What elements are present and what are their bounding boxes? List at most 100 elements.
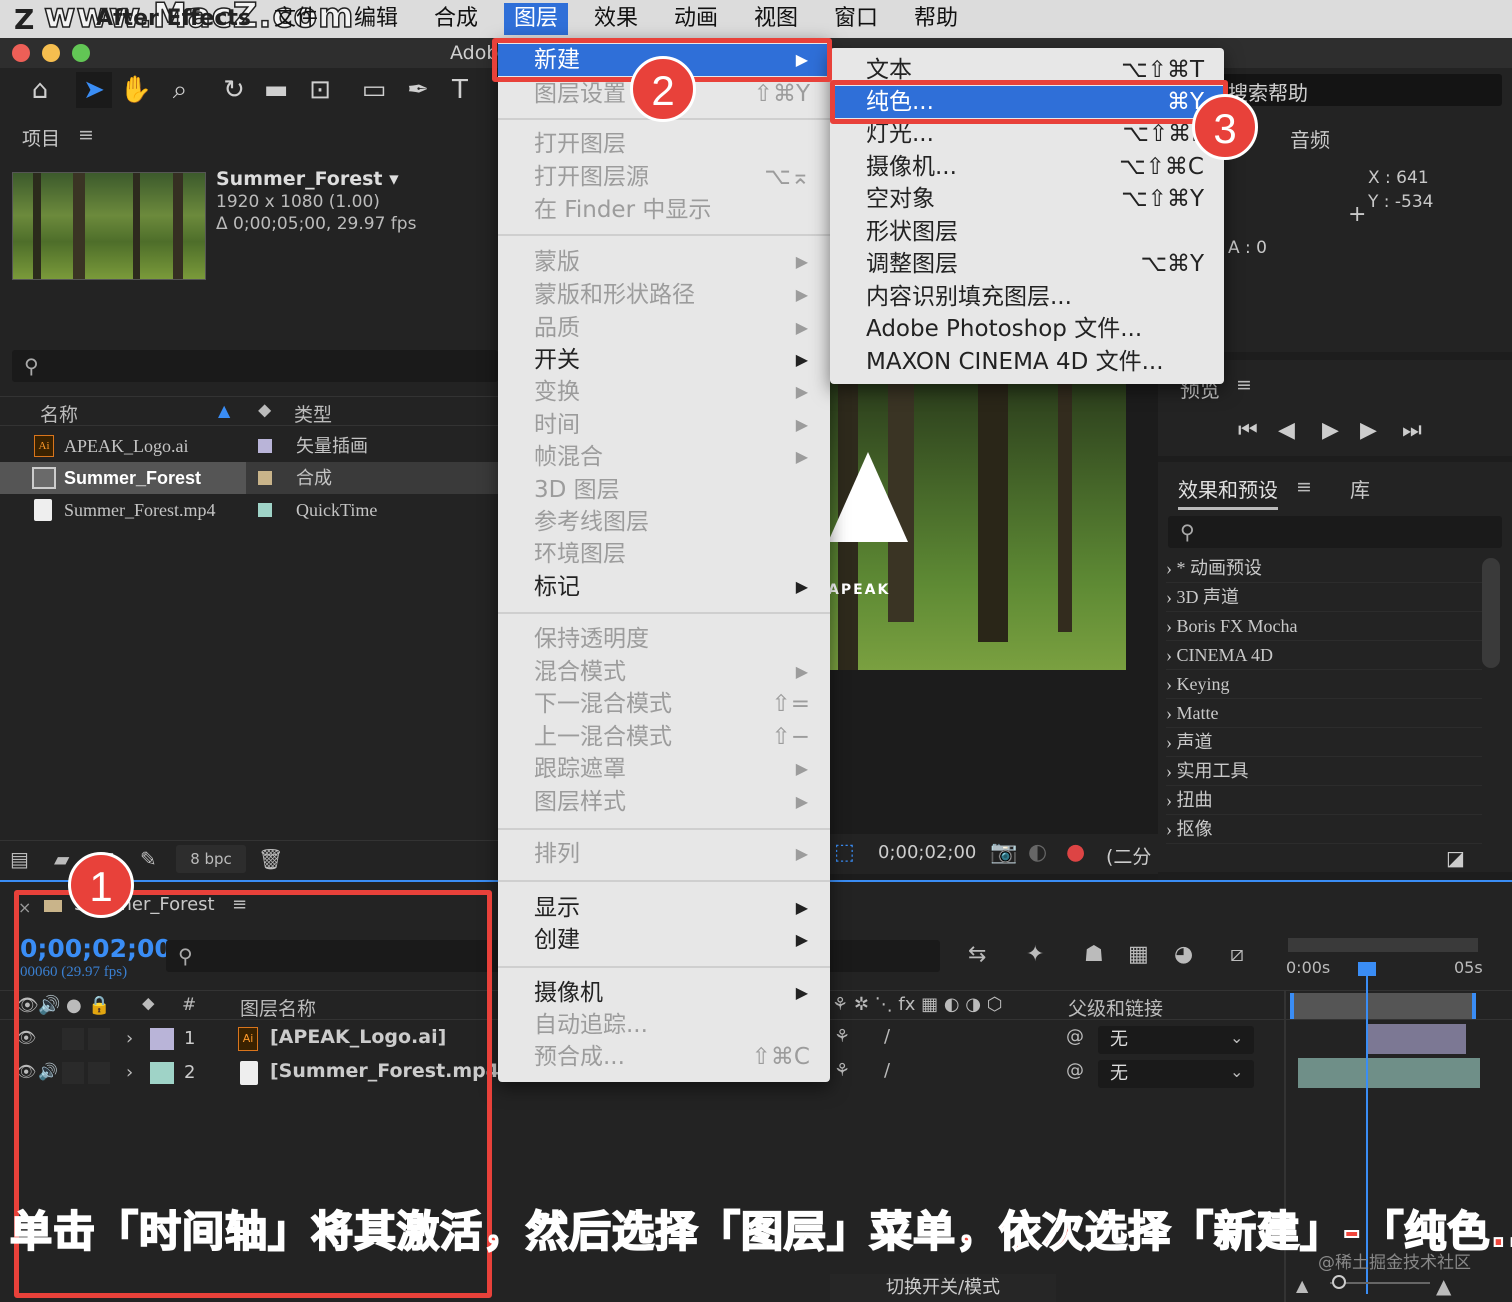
last-frame-icon[interactable]: ⏭ (1402, 418, 1422, 443)
project-search-input[interactable] (12, 350, 498, 382)
label-color-swatch[interactable] (258, 503, 272, 517)
effects-category[interactable]: › 声道 (1166, 728, 1482, 757)
panel-menu-icon[interactable]: ≡ (1236, 374, 1252, 396)
zoom-tool-icon[interactable]: ⌕ (162, 72, 198, 108)
menu-item-new-camera[interactable]: 摄像机... ⌥⇧⌘C (830, 151, 1224, 183)
menu-item-reveal-in-finder[interactable]: 在 Finder 中显示 (498, 194, 830, 226)
first-frame-icon[interactable]: ⏮ (1238, 418, 1258, 443)
pen-tool-icon[interactable]: ✒ (400, 72, 436, 108)
menu-window[interactable]: 窗口 (834, 3, 878, 35)
menu-item-3d-layer[interactable]: 3D 图层 (498, 474, 830, 506)
new-folder-icon[interactable]: ▰ (54, 847, 69, 871)
pick-whip-icon[interactable]: @ (1066, 1026, 1084, 1047)
quality-switch-icon[interactable]: / (884, 1060, 890, 1081)
label-tag-icon[interactable]: ⬥ (258, 399, 271, 421)
playhead-handle[interactable] (1358, 962, 1376, 976)
comp-name[interactable]: Summer_Forest ▾ (216, 168, 399, 190)
graph-editor-icon[interactable]: ⧄ (1230, 942, 1244, 967)
selection-tool-icon[interactable]: ➤ (76, 72, 112, 108)
composition-mini-flowchart-icon[interactable]: ⇆ (968, 942, 986, 967)
menu-item-blending-mode[interactable]: 混合模式 ▶ (498, 656, 830, 688)
layer-duration-bar[interactable] (1368, 1024, 1466, 1054)
close-window-button[interactable] (12, 44, 30, 62)
type-tool-icon[interactable]: T (442, 72, 478, 108)
menu-item-next-blending-mode[interactable]: 下一混合模式 ⇧= (498, 688, 830, 720)
effects-presets-tab[interactable]: 效果和预设 (1178, 474, 1278, 510)
region-of-interest-icon[interactable]: ⬚ (834, 840, 855, 865)
menu-item-auto-trace[interactable]: 自动追踪... (498, 1009, 830, 1041)
time-navigator[interactable] (1288, 938, 1478, 952)
menu-item-open-layer-source[interactable]: 打开图层源 ⌥⌅ (498, 161, 830, 193)
switches-icons[interactable]: ⚘ ✲ ⋱ fx ▦ ◐ ◑ ⬡ (832, 994, 1002, 1015)
menu-item-mask[interactable]: 蒙版 ▶ (498, 246, 830, 278)
menu-view[interactable]: 视图 (754, 3, 798, 35)
new-preset-icon[interactable]: ◪ (1446, 846, 1465, 870)
menu-layer[interactable]: 图层 (504, 3, 569, 35)
zoom-in-icon[interactable]: ▲ (1436, 1274, 1451, 1298)
menu-edit[interactable]: 编辑 (354, 3, 398, 35)
home-icon[interactable]: ⌂ (22, 72, 58, 108)
quality-switch-icon[interactable]: / (884, 1026, 890, 1047)
menu-item-transform[interactable]: 变换 ▶ (498, 376, 830, 408)
resolution-select[interactable]: (二分 (1106, 842, 1151, 869)
chevron-down-icon[interactable]: ⌄ (1230, 1062, 1243, 1081)
snapshot-camera-icon[interactable]: 📷 (990, 840, 1017, 865)
work-area-bar[interactable] (1290, 993, 1476, 1019)
pan-behind-tool-icon[interactable]: ⊡ (302, 72, 338, 108)
hide-shy-layers-icon[interactable]: ☗ (1084, 942, 1104, 967)
frame-blending-icon[interactable]: ▦ (1128, 942, 1149, 967)
shy-switch-icon[interactable]: ⚘ (834, 1060, 850, 1081)
interpret-footage-icon[interactable]: ▤ (10, 847, 29, 871)
panel-menu-icon[interactable]: ≡ (1296, 476, 1312, 498)
project-item-row-selected[interactable]: Summer_Forest 合成 (0, 462, 498, 494)
menu-composition[interactable]: 合成 (434, 3, 478, 35)
menu-help[interactable]: 帮助 (914, 3, 958, 35)
menu-item-switches[interactable]: 开关 ▶ (498, 344, 830, 376)
menu-item-pre-compose[interactable]: 预合成... ⇧⌘C (498, 1041, 830, 1073)
effects-category[interactable]: › 扭曲 (1166, 786, 1482, 815)
bit-depth-button[interactable]: 8 bpc (176, 845, 246, 873)
menu-item-create[interactable]: 创建 ▶ (498, 924, 830, 956)
chevron-down-icon[interactable]: ⌄ (1230, 1028, 1243, 1047)
sort-asc-icon[interactable]: ▲ (218, 401, 230, 420)
col-parent[interactable]: 父级和链接 (1068, 994, 1163, 1021)
rectangle-tool-icon[interactable]: ▭ (356, 72, 392, 108)
menu-animation[interactable]: 动画 (674, 3, 718, 35)
menu-item-new-shape-layer[interactable]: 形状图层 (830, 216, 1224, 248)
effects-category[interactable]: › CINEMA 4D (1166, 641, 1482, 670)
play-icon[interactable]: ▶ (1322, 418, 1339, 443)
draft-3d-icon[interactable]: ✦ (1026, 942, 1044, 967)
effects-scrollbar[interactable] (1482, 558, 1500, 668)
effects-category[interactable]: › * 动画预设 (1166, 554, 1482, 583)
pick-whip-icon[interactable]: @ (1066, 1060, 1084, 1081)
channel-rgb-icon[interactable]: ● (1066, 840, 1085, 865)
viewer-timecode[interactable]: 0;00;02;00 (878, 842, 976, 863)
menu-item-preserve-transparency[interactable]: 保持透明度 (498, 623, 830, 655)
menu-item-new-null[interactable]: 空对象 ⌥⇧⌘Y (830, 183, 1224, 215)
menu-item-time[interactable]: 时间 ▶ (498, 409, 830, 441)
menu-item-guide-layer[interactable]: 参考线图层 (498, 506, 830, 538)
camera-tool-icon[interactable]: ▬ (258, 72, 294, 108)
minimize-window-button[interactable] (42, 44, 60, 62)
menu-item-markers[interactable]: 标记 ▶ (498, 571, 830, 603)
layer-duration-bar[interactable] (1298, 1058, 1480, 1088)
next-frame-icon[interactable]: ▶ (1360, 418, 1377, 443)
panel-menu-icon[interactable]: ≡ (78, 124, 94, 146)
audio-tab[interactable]: 音频 (1290, 124, 1330, 153)
menu-app-name[interactable]: After Effects (96, 3, 251, 35)
show-snapshot-icon[interactable]: ◐ (1028, 840, 1047, 865)
effects-category[interactable]: › Matte (1166, 699, 1482, 728)
project-item-row[interactable]: Summer_Forest.mp4 QuickTime (0, 494, 498, 526)
effects-category[interactable]: › Keying (1166, 670, 1482, 699)
menu-effect[interactable]: 效果 (594, 3, 638, 35)
effects-category[interactable]: › 实用工具 (1166, 757, 1482, 786)
menu-item-new-cinema4d-file[interactable]: MAXON CINEMA 4D 文件... (830, 346, 1224, 378)
menu-item-new-content-aware-fill[interactable]: 内容识别填充图层... (830, 281, 1224, 313)
menu-item-new-photoshop-file[interactable]: Adobe Photoshop 文件... (830, 313, 1224, 345)
label-color-swatch[interactable] (258, 471, 272, 485)
menu-item-open-layer[interactable]: 打开图层 (498, 128, 830, 160)
flowchart-icon[interactable]: ✎ (140, 847, 157, 871)
project-item-row[interactable]: Ai APEAK_Logo.ai 矢量插画 (0, 430, 498, 462)
zoom-slider-thumb[interactable] (1332, 1275, 1346, 1289)
hand-tool-icon[interactable]: ✋ (118, 72, 154, 108)
